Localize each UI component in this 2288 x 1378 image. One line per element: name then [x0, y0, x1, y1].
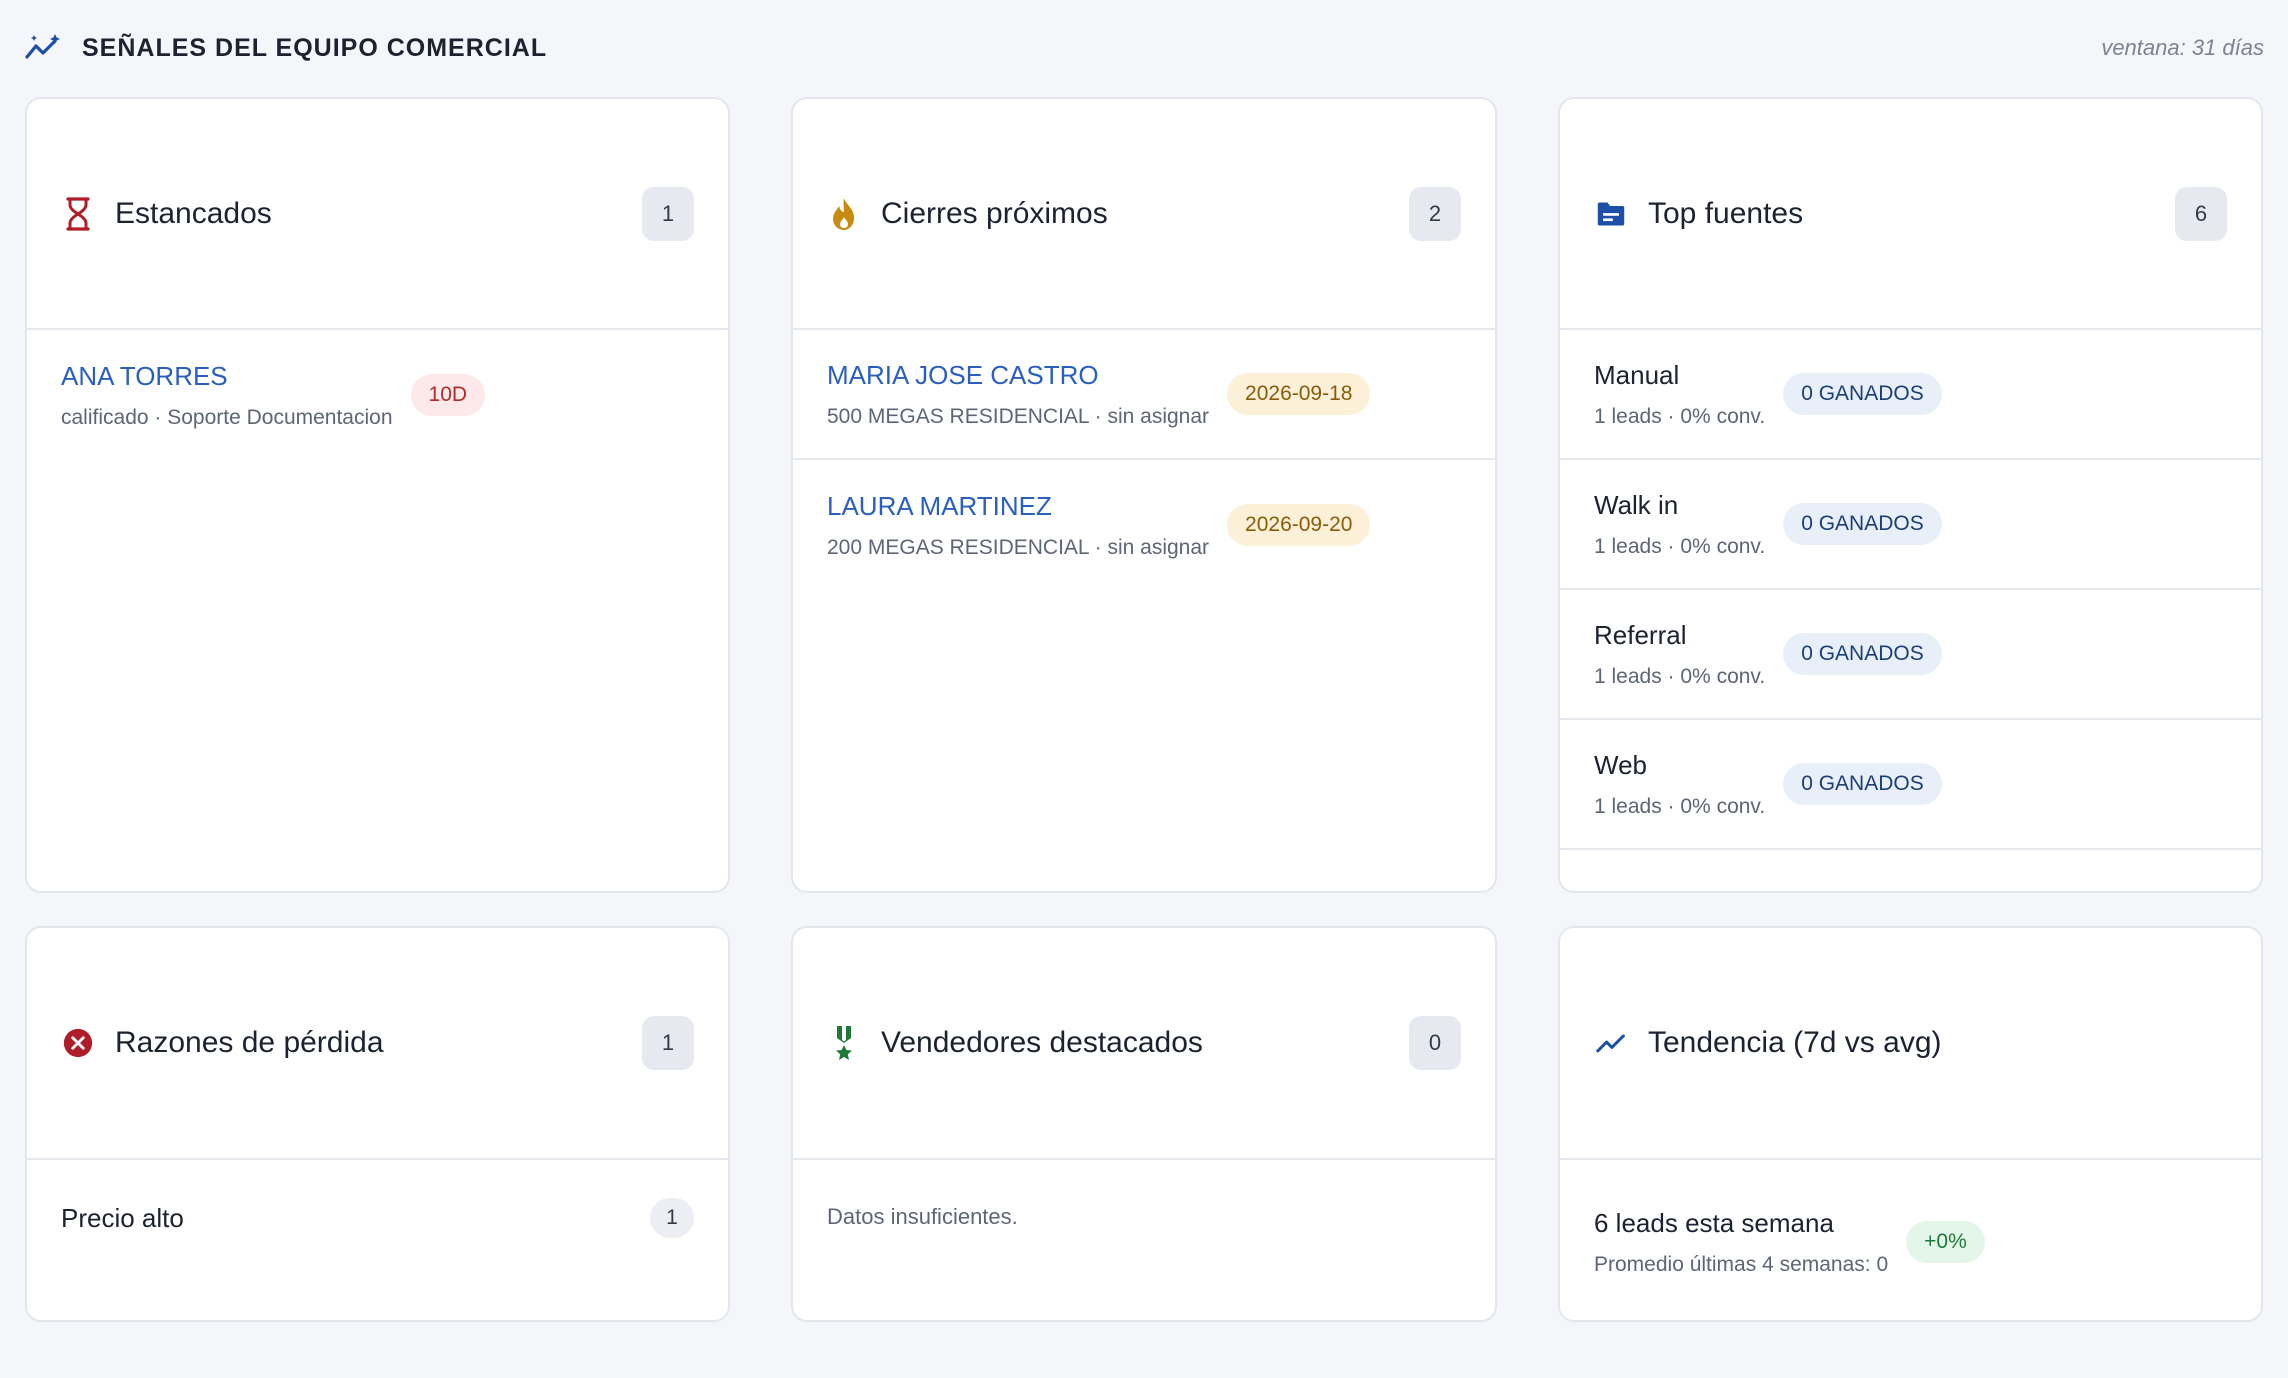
closing-card: Cierres próximos 2 MARIA JOSE CASTRO 500…: [791, 97, 1497, 893]
loss-count-badge: 1: [642, 1016, 694, 1070]
lead-name-link[interactable]: LAURA MARTINEZ: [827, 491, 1209, 522]
source-meta: 1 leads · 0% conv.: [1594, 404, 1766, 428]
lead-meta: calificado · Soporte Documentacion: [61, 405, 393, 429]
close-date-badge: 2026-09-20: [1227, 504, 1371, 546]
insights-icon: [25, 33, 63, 63]
trend-delta-badge: +0%: [1906, 1221, 1985, 1263]
empty-state-text: Datos insuficientes.: [827, 1204, 1018, 1229]
sellers-card-header: Vendedores destacados 0: [793, 928, 1495, 1160]
sources-card: Top fuentes 6 Manual 1 leads · 0% conv. …: [1558, 97, 2263, 893]
trend-title: Tendencia (7d vs avg): [1648, 1026, 1942, 1059]
trend-headline: 6 leads esta semana: [1594, 1207, 1834, 1238]
source-name: Referral: [1594, 619, 1687, 650]
fire-icon: [829, 196, 859, 232]
loss-reasons-card: Razones de pérdida 1 Precio alto 1: [25, 926, 730, 1322]
source-list-item[interactable]: Manual 1 leads · 0% conv. 0 GANADOS: [1560, 330, 2261, 460]
stalled-card: Estancados 1 ANA TORRES calificado · Sop…: [25, 97, 730, 893]
trending-up-icon: [1596, 1025, 1626, 1061]
closing-list-item[interactable]: MARIA JOSE CASTRO 500 MEGAS RESIDENCIAL …: [793, 330, 1495, 460]
source-list-item[interactable]: Walk in 1 leads · 0% conv. 0 GANADOS: [1560, 460, 2261, 590]
sources-title: Top fuentes: [1648, 196, 1804, 230]
source-meta: 1 leads · 0% conv.: [1594, 794, 1766, 818]
close-date-badge: 2026-09-18: [1227, 373, 1371, 415]
lead-meta: 200 MEGAS RESIDENCIAL · sin asignar: [827, 535, 1210, 559]
trend-card: Tendencia (7d vs avg) 6 leads esta seman…: [1558, 926, 2263, 1322]
closing-card-header: Cierres próximos 2: [793, 99, 1495, 330]
lead-name-link[interactable]: ANA TORRES: [61, 361, 393, 392]
stalled-list-item[interactable]: ANA TORRES calificado · Soporte Document…: [27, 330, 728, 460]
stalled-card-header: Estancados 1: [27, 99, 728, 330]
loss-card-header: Razones de pérdida 1: [27, 928, 728, 1160]
source-name: Web: [1594, 749, 1647, 780]
source-list-item[interactable]: Web 1 leads · 0% conv. 0 GANADOS: [1560, 720, 2261, 850]
medal-icon: [829, 1025, 859, 1061]
window-label: ventana: 31 días: [2101, 35, 2264, 60]
trend-card-header: Tendencia (7d vs avg): [1560, 928, 2261, 1160]
closing-title: Cierres próximos: [881, 196, 1108, 230]
closing-count-badge: 2: [1409, 186, 1461, 241]
top-sellers-card: Vendedores destacados 0 Datos insuficien…: [791, 926, 1497, 1322]
source-name: Manual: [1594, 359, 1680, 390]
cancel-circle-icon: [63, 1025, 93, 1061]
won-badge: 0 GANADOS: [1783, 633, 1942, 675]
source-list-item[interactable]: Referral 1 leads · 0% conv. 0 GANADOS: [1560, 590, 2261, 720]
section-header: SEÑALES DEL EQUIPO COMERCIAL ventana: 31…: [25, 30, 2264, 66]
trend-subtext: Promedio últimas 4 semanas: 0: [1594, 1252, 1889, 1276]
loss-reason-label: Precio alto: [61, 1202, 184, 1233]
stalled-title: Estancados: [115, 196, 272, 230]
won-badge: 0 GANADOS: [1783, 373, 1942, 415]
lead-name-link[interactable]: MARIA JOSE CASTRO: [827, 360, 1209, 391]
sources-count-badge: 6: [2175, 186, 2227, 241]
trend-summary: 6 leads esta semana Promedio últimas 4 s…: [1560, 1160, 2261, 1320]
won-badge: 0 GANADOS: [1783, 763, 1942, 805]
section-title: SEÑALES DEL EQUIPO COMERCIAL: [82, 33, 548, 62]
source-meta: 1 leads · 0% conv.: [1594, 664, 1766, 688]
source-meta: 1 leads · 0% conv.: [1594, 534, 1766, 558]
dashboard-page: SEÑALES DEL EQUIPO COMERCIAL ventana: 31…: [0, 0, 2288, 1378]
source-icon: [1596, 196, 1626, 232]
source-name: Walk in: [1594, 489, 1679, 520]
hourglass-icon: [63, 196, 93, 232]
sellers-count-badge: 0: [1409, 1016, 1461, 1070]
stalled-count-badge: 1: [642, 186, 694, 241]
sellers-title: Vendedores destacados: [881, 1026, 1203, 1059]
loss-reason-count: 1: [650, 1198, 694, 1238]
lead-meta: 500 MEGAS RESIDENCIAL · sin asignar: [827, 404, 1210, 428]
stalled-days-badge: 10D: [410, 374, 486, 416]
closing-list-item[interactable]: LAURA MARTINEZ 200 MEGAS RESIDENCIAL · s…: [793, 460, 1495, 590]
loss-reason-item[interactable]: Precio alto 1: [27, 1160, 728, 1276]
won-badge: 0 GANADOS: [1783, 503, 1942, 545]
sources-card-header: Top fuentes 6: [1560, 99, 2261, 330]
loss-title: Razones de pérdida: [115, 1026, 384, 1059]
